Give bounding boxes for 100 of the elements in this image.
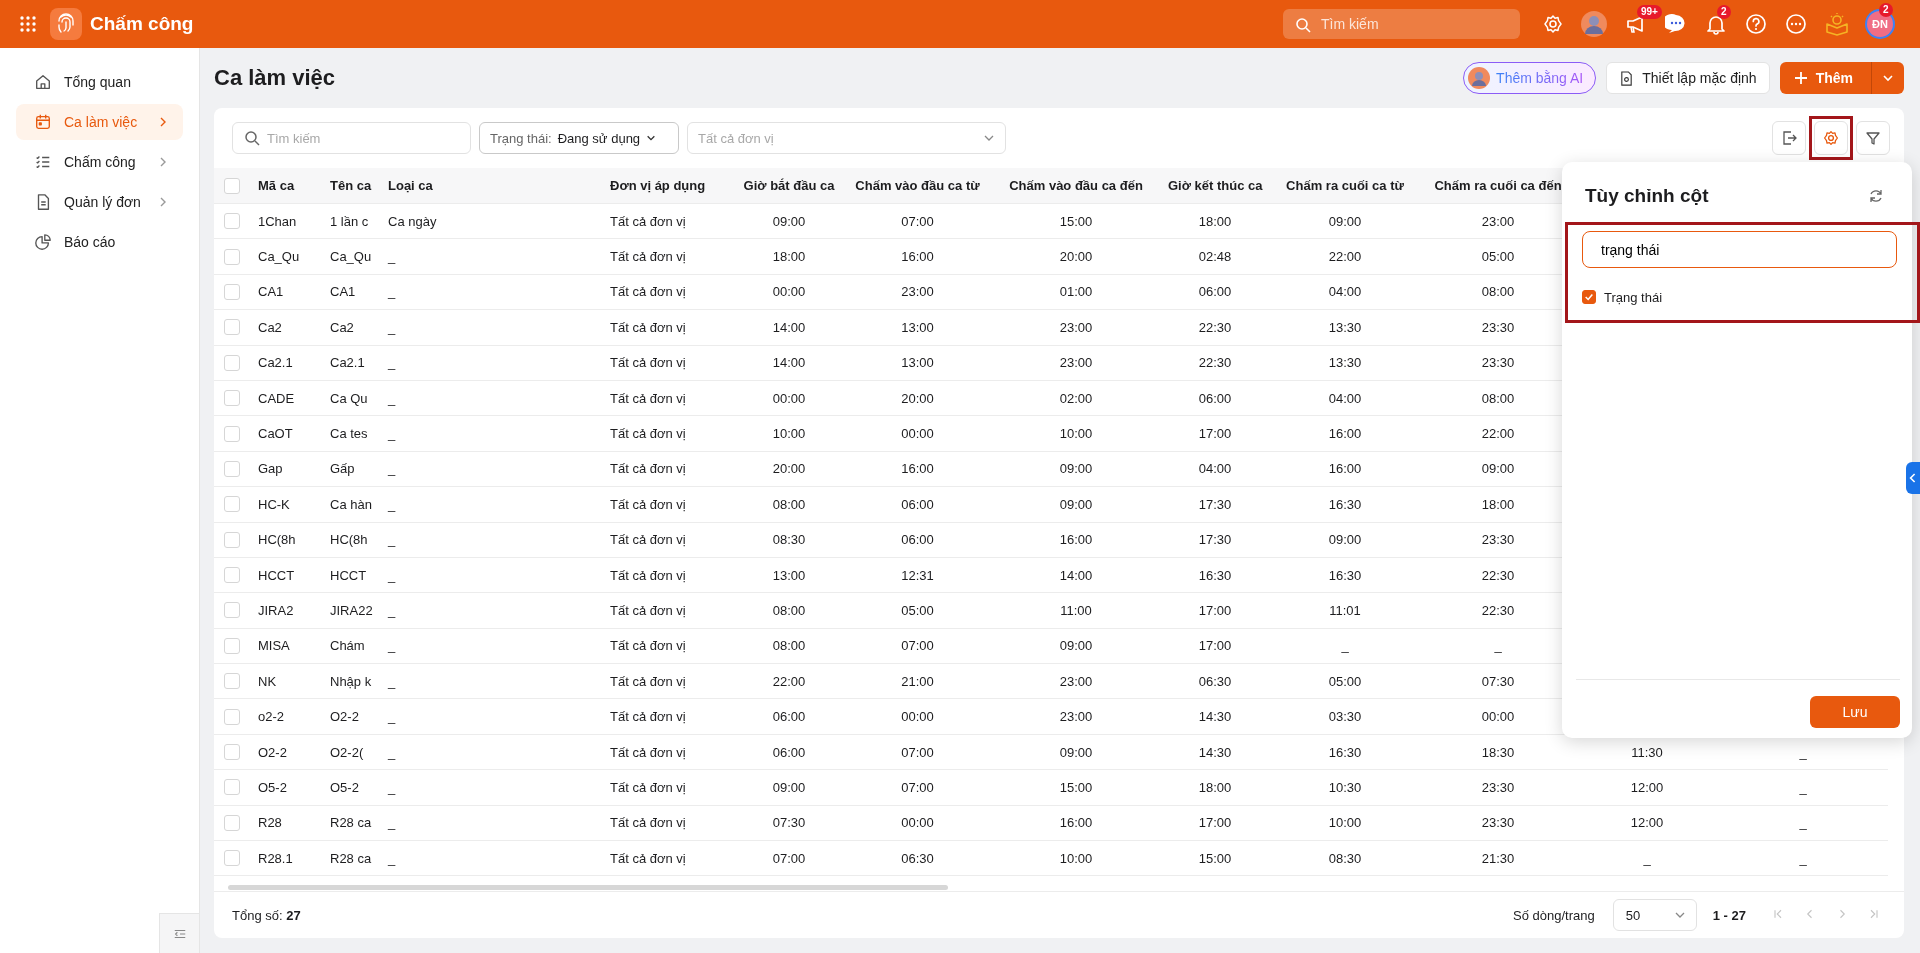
table-cell: O2-2( — [330, 744, 364, 760]
row-checkbox[interactable] — [224, 496, 240, 513]
add-button[interactable]: Thêm — [1779, 62, 1872, 94]
table-cell: HCCT — [330, 567, 367, 583]
table-cell: 02:48 — [1198, 249, 1232, 265]
settings-icon[interactable] — [1543, 14, 1563, 34]
avatar-icon — [1468, 67, 1491, 89]
status-dropdown[interactable]: Trạng thái: Đang sử dụng — [479, 122, 679, 154]
row-checkbox[interactable] — [224, 354, 240, 371]
table-cell: 07:00 — [772, 850, 806, 866]
column-option[interactable]: Trạng thái — [1582, 282, 1901, 312]
search-field[interactable]: Tìm kiếm — [232, 122, 471, 154]
table-cell: _ — [1341, 638, 1349, 654]
row-checkbox[interactable] — [224, 637, 240, 654]
table-cell: 16:00 — [901, 249, 934, 265]
export-button[interactable] — [1772, 121, 1806, 155]
row-checkbox[interactable] — [224, 779, 240, 796]
side-tab[interactable] — [1906, 462, 1920, 494]
table-cell: 14:30 — [1198, 744, 1232, 760]
table-cell: 06:00 — [901, 496, 934, 512]
table-cell: 10:00 — [772, 426, 806, 442]
help-icon[interactable] — [1745, 13, 1767, 35]
row-checkbox[interactable] — [224, 283, 240, 300]
export-icon — [1781, 130, 1797, 146]
more-icon[interactable] — [1785, 13, 1807, 35]
row-checkbox[interactable] — [224, 248, 240, 265]
sidebar-item[interactable]: Tổng quan — [16, 64, 183, 100]
row-checkbox[interactable] — [224, 814, 240, 831]
row-checkbox[interactable] — [224, 390, 240, 407]
count-badge: 2 — [1879, 3, 1893, 17]
table-cell: HC(8h — [330, 532, 368, 548]
table-cell: 18:00 — [1198, 779, 1232, 795]
add-options-button[interactable] — [1872, 62, 1904, 94]
table-cell: _ — [388, 284, 396, 300]
apps-grid-icon[interactable] — [20, 16, 36, 32]
table-cell: 17:30 — [1198, 532, 1232, 548]
row-checkbox[interactable] — [224, 319, 240, 336]
table-cell: _ — [388, 390, 396, 406]
sidebar-item[interactable]: Quản lý đơn — [16, 184, 183, 220]
column-search-field[interactable]: trạng thái — [1582, 231, 1897, 268]
table-cell: Tất cả đơn vị — [610, 603, 686, 618]
table-cell: 22:00 — [1328, 249, 1362, 265]
table-cell: 00:00 — [901, 426, 934, 442]
table-cell: O2-2 — [330, 709, 359, 725]
table-cell: JIRA2 — [258, 603, 294, 618]
table-cell: 14:00 — [772, 355, 806, 371]
table-cell: CADE — [258, 390, 295, 406]
bell-icon[interactable] — [1705, 13, 1727, 35]
select-all-checkbox[interactable] — [224, 177, 240, 194]
table-cell: Tất cả đơn vị — [610, 213, 686, 229]
filter-button[interactable] — [1856, 121, 1890, 155]
collapse-sidebar-button[interactable] — [159, 913, 199, 953]
reset-icon[interactable] — [1868, 188, 1884, 204]
table-cell: _ — [388, 532, 396, 548]
save-button[interactable]: Lưu — [1810, 696, 1900, 728]
table-cell: 08:00 — [1481, 284, 1515, 300]
rows-per-page-label: Số dòng/trang — [1513, 907, 1595, 923]
table-cell: 05:00 — [901, 603, 934, 618]
table-cell: 11:00 — [1060, 603, 1092, 618]
table-cell: 18:30 — [1481, 744, 1515, 760]
column-header[interactable]: Loại ca — [388, 178, 433, 193]
table-cell: Tất cả đơn vị — [610, 673, 686, 689]
page-size-dropdown[interactable]: 50 — [1612, 899, 1697, 931]
table-cell: JIRA22 — [330, 603, 373, 618]
table-cell: 04:00 — [1198, 461, 1232, 477]
table-cell: 23:00 — [1059, 355, 1093, 371]
row-checkbox[interactable] — [224, 744, 240, 761]
table-cell: 08:30 — [772, 532, 806, 548]
sidebar-item[interactable]: Báo cáo — [16, 224, 183, 260]
row-checkbox[interactable] — [224, 673, 240, 690]
sidebar-item[interactable]: Chấm công — [16, 144, 183, 180]
table-cell: MISA — [258, 638, 290, 654]
row-checkbox[interactable] — [224, 850, 240, 867]
table-cell: 00:00 — [901, 815, 934, 831]
table-cell: 18:00 — [1198, 213, 1232, 229]
row-checkbox[interactable] — [224, 425, 240, 442]
table-cell: Ca Qu — [330, 390, 368, 406]
avatar-icon[interactable] — [1581, 11, 1607, 37]
table-cell: 23:00 — [901, 284, 934, 300]
default-settings-button[interactable]: Thiết lập mặc định — [1606, 62, 1770, 94]
row-checkbox[interactable] — [224, 531, 240, 548]
table-cell: Tất cả đơn vị — [610, 744, 686, 760]
chat-icon[interactable] — [1665, 13, 1687, 35]
row-checkbox[interactable] — [224, 213, 240, 230]
search-icon — [1295, 17, 1311, 33]
lightbulb-book-icon[interactable] — [1825, 12, 1849, 36]
table-cell: Tất cả đơn vị — [610, 319, 686, 335]
chevron-left-icon — [1909, 473, 1917, 483]
row-checkbox[interactable] — [224, 567, 240, 584]
table-cell: _ — [388, 779, 396, 795]
table-cell: Gap — [258, 461, 283, 477]
table-cell: 10:00 — [1328, 815, 1362, 831]
table-cell: _ — [1799, 744, 1807, 760]
checkbox[interactable] — [1582, 290, 1596, 304]
table-cell: o2-2 — [258, 709, 285, 725]
row-checkbox[interactable] — [224, 460, 240, 477]
table-cell: 04:00 — [1328, 284, 1362, 300]
row-checkbox[interactable] — [224, 708, 240, 725]
row-checkbox[interactable] — [224, 602, 240, 619]
table-cell: 20:00 — [1059, 249, 1093, 265]
